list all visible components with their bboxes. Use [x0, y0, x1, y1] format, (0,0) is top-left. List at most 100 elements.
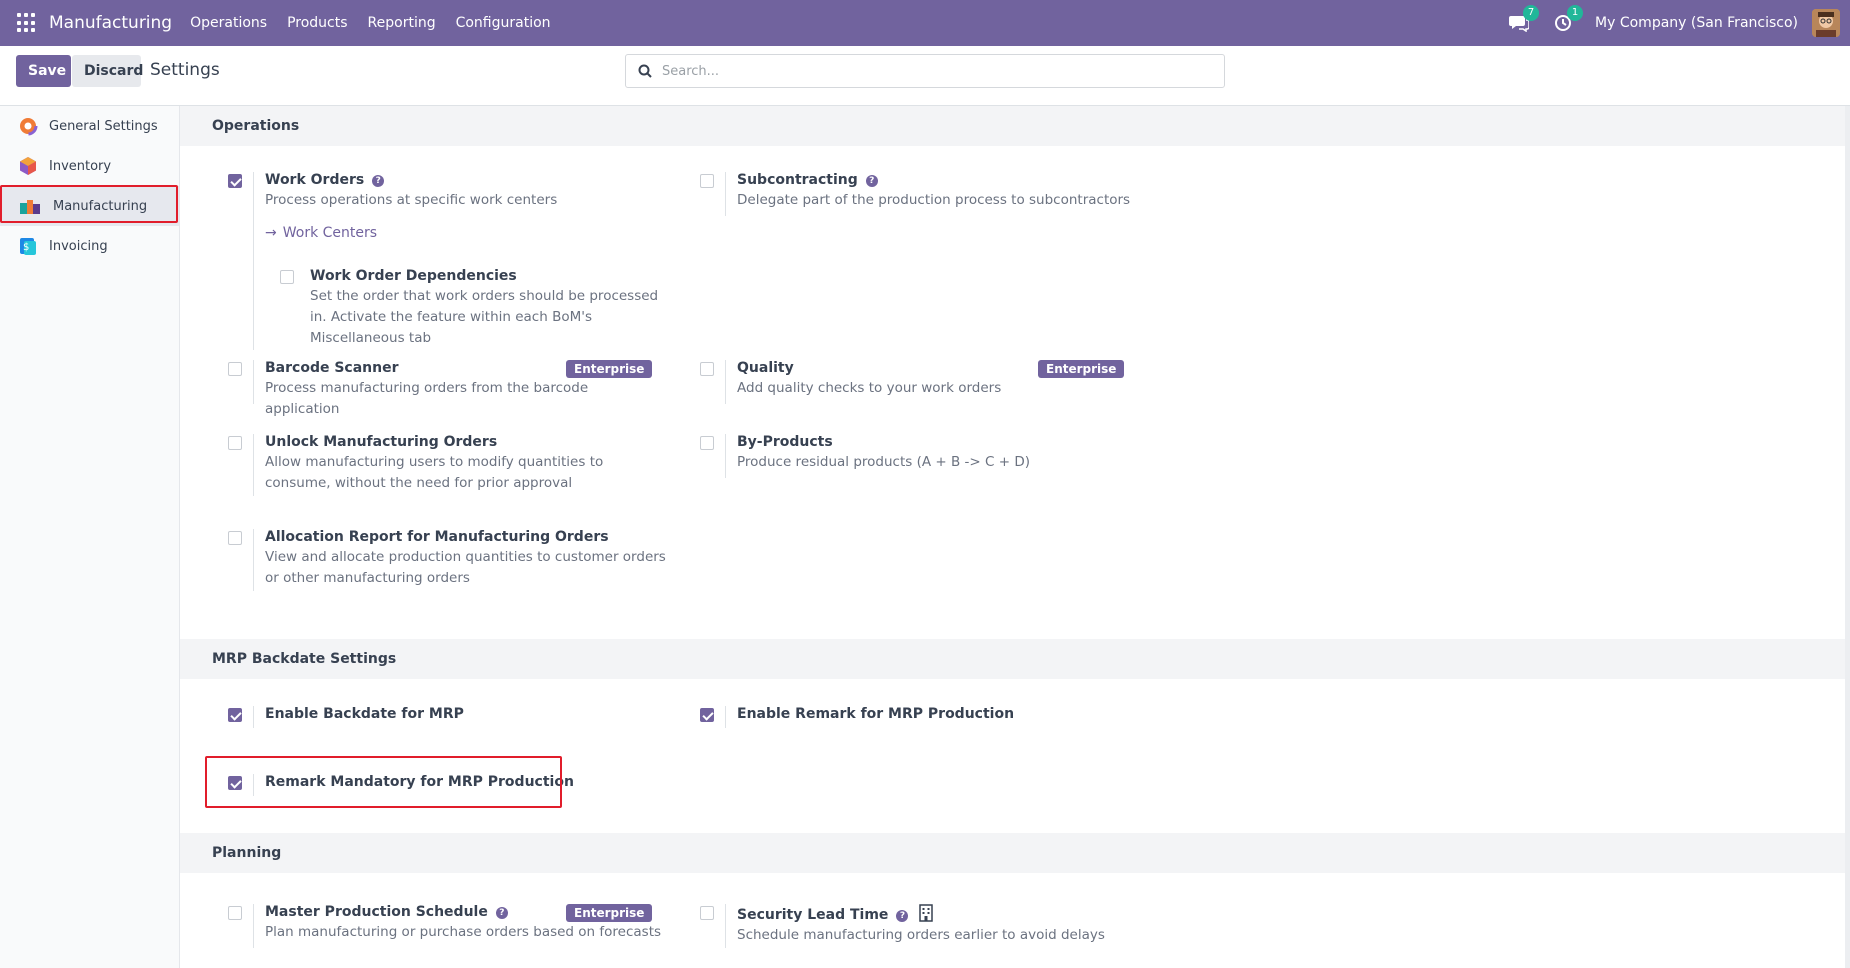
setting-body: Security Lead Time? Schedule manufacturi…: [737, 904, 1137, 946]
svg-text:$: $: [23, 242, 29, 253]
page-title: Settings: [150, 60, 220, 80]
setting-title: Master Production Schedule: [265, 904, 488, 920]
search-box[interactable]: [625, 54, 1225, 88]
save-button[interactable]: Save: [16, 55, 71, 87]
setting-desc: Set the order that work orders should be…: [310, 288, 659, 346]
section-mrp-backdate: MRP Backdate Settings: [180, 639, 1850, 679]
setting-body: Enable Remark for MRP Production: [737, 706, 1137, 722]
section-title: Planning: [212, 845, 282, 861]
divider: [253, 706, 254, 728]
search-icon: [638, 64, 652, 78]
menu-reporting[interactable]: Reporting: [358, 15, 446, 31]
help-icon[interactable]: ?: [865, 175, 878, 187]
sidebar-item-label: Invoicing: [49, 238, 108, 254]
app-brand[interactable]: Manufacturing: [49, 13, 172, 33]
setting-desc: Plan manufacturing or purchase orders ba…: [265, 924, 662, 940]
work-orders-checkbox[interactable]: [228, 174, 242, 188]
help-icon[interactable]: ?: [896, 910, 909, 922]
allocation-report-checkbox[interactable]: [228, 531, 242, 545]
discard-button[interactable]: Discard: [72, 55, 143, 87]
link-label: Work Centers: [282, 225, 378, 241]
setting-by-products: By-Products Produce residual products (A…: [700, 434, 1140, 478]
sidebar-item-general-settings[interactable]: General Settings: [0, 106, 179, 146]
setting-body: Subcontracting? Delegate part of the pro…: [737, 172, 1157, 211]
setting-title: Quality: [737, 360, 794, 376]
setting-body: Unlock Manufacturing Orders Allow manufa…: [265, 434, 660, 494]
mps-checkbox[interactable]: [228, 906, 242, 920]
help-icon[interactable]: ?: [495, 907, 508, 919]
setting-desc: Schedule manufacturing orders earlier to…: [737, 927, 1105, 943]
divider: [725, 360, 726, 404]
section-title: Operations: [212, 118, 300, 134]
divider: [725, 706, 726, 728]
sidebar-item-label: General Settings: [49, 118, 158, 134]
enable-backdate-checkbox[interactable]: [228, 708, 242, 722]
setting-title: By-Products: [737, 434, 833, 450]
sidebar-item-inventory[interactable]: Inventory: [0, 146, 179, 186]
setting-barcode-scanner: Barcode Scanner Process manufacturing or…: [228, 360, 668, 417]
setting-title: Subcontracting: [737, 172, 858, 188]
enable-remark-checkbox[interactable]: [700, 708, 714, 722]
sidebar-item-invoicing[interactable]: $ Invoicing: [0, 226, 179, 266]
setting-quality: Quality Add quality checks to your work …: [700, 360, 1140, 404]
sidebar-item-label: Inventory: [49, 158, 112, 174]
arrow-right-icon: →: [265, 225, 277, 241]
security-lead-time-checkbox[interactable]: [700, 906, 714, 920]
work-centers-link[interactable]: → Work Centers: [265, 225, 377, 241]
work-order-dependencies-checkbox[interactable]: [280, 270, 294, 284]
top-navbar: Manufacturing Operations Products Report…: [0, 0, 1850, 46]
general-settings-icon: [18, 116, 38, 136]
messages-badge: 7: [1523, 5, 1540, 21]
unlock-mo-checkbox[interactable]: [228, 436, 242, 450]
setting-desc: Process manufacturing orders from the ba…: [265, 380, 589, 417]
quality-checkbox[interactable]: [700, 362, 714, 376]
menu-products[interactable]: Products: [277, 15, 357, 31]
setting-body: By-Products Produce residual products (A…: [737, 434, 1137, 473]
invoicing-icon: $: [20, 238, 36, 255]
divider: [725, 904, 726, 948]
setting-title: Enable Backdate for MRP: [265, 706, 464, 722]
section-title: MRP Backdate Settings: [212, 651, 397, 667]
setting-desc: Produce residual products (A + B -> C + …: [737, 454, 1030, 470]
setting-allocation-report: Allocation Report for Manufacturing Orde…: [228, 529, 668, 591]
subcontracting-checkbox[interactable]: [700, 174, 714, 188]
setting-desc: Add quality checks to your work orders: [737, 380, 1002, 396]
menu-configuration[interactable]: Configuration: [446, 15, 561, 31]
setting-unlock-manufacturing-orders: Unlock Manufacturing Orders Allow manufa…: [228, 434, 668, 496]
setting-desc: Delegate part of the production process …: [737, 192, 1131, 208]
divider: [725, 172, 726, 216]
manufacturing-highlight-box: [0, 185, 178, 223]
section-planning: Planning: [180, 833, 1850, 873]
company-switcher[interactable]: My Company (San Francisco): [1595, 15, 1798, 31]
by-products-checkbox[interactable]: [700, 436, 714, 450]
enterprise-badge: Enterprise: [1038, 360, 1125, 378]
company-building-icon: [919, 904, 933, 922]
setting-title: Unlock Manufacturing Orders: [265, 434, 498, 450]
setting-master-production-schedule: Master Production Schedule? Plan manufac…: [228, 904, 668, 948]
divider: [253, 434, 254, 496]
top-menu: Operations Products Reporting Configurat…: [180, 15, 560, 31]
divider: [253, 529, 254, 591]
setting-title: Barcode Scanner: [265, 360, 399, 376]
setting-enable-backdate: Enable Backdate for MRP: [228, 706, 668, 730]
user-avatar[interactable]: [1812, 9, 1840, 37]
search-input[interactable]: [662, 63, 1202, 79]
activities-clock-icon[interactable]: 1: [1551, 5, 1584, 35]
vertical-scrollbar[interactable]: [1845, 106, 1850, 968]
barcode-scanner-checkbox[interactable]: [228, 362, 242, 376]
setting-title: Enable Remark for MRP Production: [737, 706, 1015, 722]
apps-grid-icon[interactable]: [17, 13, 37, 33]
activities-badge: 1: [1567, 5, 1584, 21]
setting-title: Allocation Report for Manufacturing Orde…: [265, 529, 609, 545]
setting-desc: Process operations at specific work cent…: [265, 192, 558, 208]
setting-body: Allocation Report for Manufacturing Orde…: [265, 529, 670, 589]
menu-operations[interactable]: Operations: [180, 15, 277, 31]
section-operations: Operations: [180, 106, 1850, 146]
messages-icon[interactable]: 7: [1507, 5, 1540, 35]
divider: [725, 434, 726, 478]
setting-title: Security Lead Time: [737, 907, 889, 923]
help-icon[interactable]: ?: [372, 175, 385, 187]
enterprise-badge: Enterprise: [566, 360, 653, 378]
setting-enable-remark: Enable Remark for MRP Production: [700, 706, 1140, 730]
settings-main: Operations Work Orders? Process operatio…: [180, 106, 1850, 968]
